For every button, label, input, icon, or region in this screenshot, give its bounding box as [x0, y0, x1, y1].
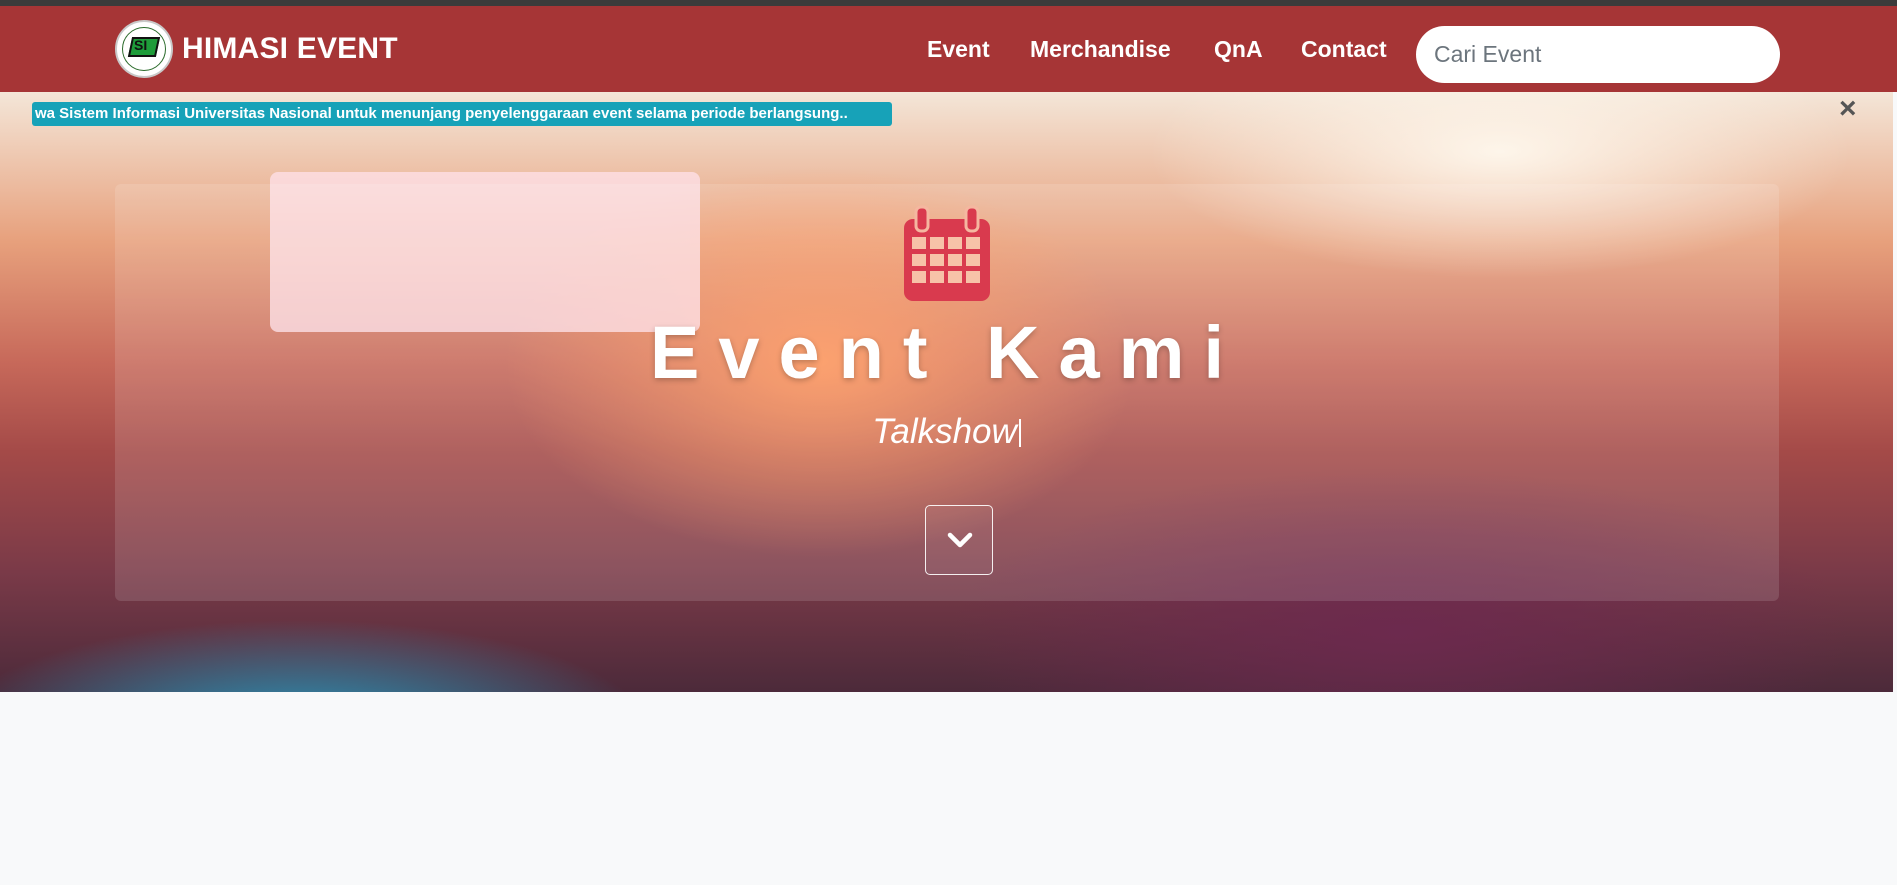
- logo-text: SI: [134, 37, 148, 53]
- calendar-icon: [904, 205, 990, 301]
- scroll-down-button[interactable]: [925, 505, 993, 575]
- himasi-logo: SI: [115, 20, 173, 78]
- brand[interactable]: SI HIMASI EVENT: [115, 20, 398, 78]
- hero-title: Event Kami: [649, 311, 1244, 394]
- hero-section: wa Sistem Informasi Universitas Nasional…: [0, 92, 1893, 692]
- chevron-down-icon: [947, 532, 973, 548]
- typing-caret: [1018, 419, 1021, 447]
- brand-name[interactable]: HIMASI EVENT: [182, 32, 398, 66]
- navbar: SI HIMASI EVENT Event Merchandise QnA Co…: [0, 6, 1897, 92]
- nav-contact[interactable]: Contact: [1301, 36, 1387, 63]
- search-input[interactable]: [1416, 26, 1780, 83]
- hero-subtitle: Talkshow: [0, 410, 1893, 454]
- announcement-ticker: wa Sistem Informasi Universitas Nasional…: [32, 102, 892, 126]
- close-icon[interactable]: ×: [1839, 94, 1857, 124]
- nav-event[interactable]: Event: [927, 36, 990, 63]
- nav-merchandise[interactable]: Merchandise: [1030, 36, 1171, 63]
- nav-qna[interactable]: QnA: [1214, 36, 1263, 63]
- typed-subtitle: Talkshow: [872, 412, 1017, 451]
